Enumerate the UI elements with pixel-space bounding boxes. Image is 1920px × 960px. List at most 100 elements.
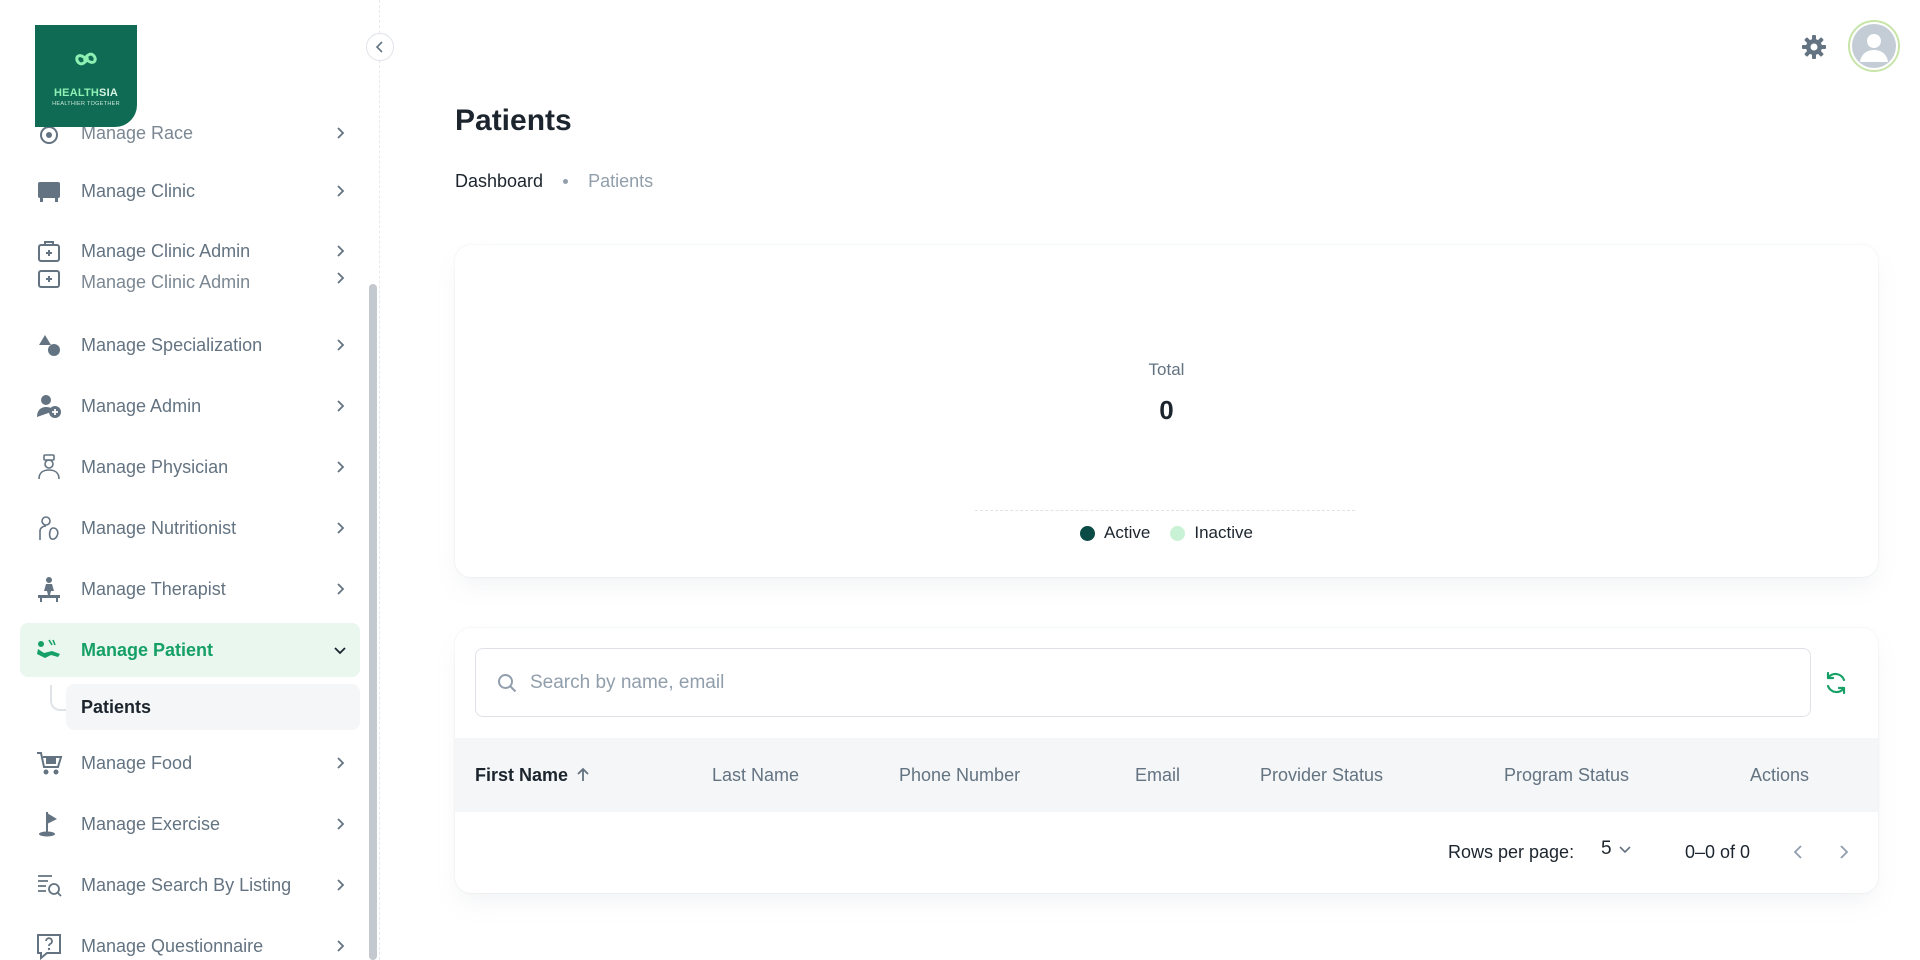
sidebar-item-label: Manage Questionnaire (81, 935, 264, 956)
page-title: Patients (455, 104, 572, 137)
breadcrumb: Dashboard Patients (455, 171, 653, 192)
chevron-right-icon (337, 272, 345, 284)
sidebar-subitem-patients[interactable]: Patients (66, 684, 360, 730)
previous-page-button[interactable] (1785, 838, 1813, 866)
total-label: Total (1148, 360, 1185, 379)
gear-icon[interactable] (1800, 33, 1828, 61)
chevron-right-icon (1840, 845, 1849, 859)
column-label: Program Status (1504, 764, 1630, 785)
rows-per-page-select[interactable]: 5 (1601, 838, 1632, 860)
legend-label-active: Active (1104, 523, 1151, 542)
sidebar-item-manage-specialization[interactable]: Manage Specialization (20, 318, 360, 372)
sidebar-item-manage-patient[interactable]: Manage Patient (20, 623, 360, 677)
legend-item-inactive[interactable]: Inactive (1170, 523, 1253, 543)
specialization-icon (34, 330, 64, 360)
sidebar: HEALTHSIA HEALTHIER TOGETHER Manage Race… (0, 0, 380, 960)
physician-icon (34, 452, 64, 482)
nutritionist-icon (34, 513, 64, 543)
sidebar-item-label: Manage Exercise (81, 813, 221, 834)
logo-tagline: HEALTHIER TOGETHER (52, 101, 120, 107)
sidebar-item-manage-admin[interactable]: Manage Admin (20, 379, 360, 433)
sidebar-item-label: Manage Physician (81, 456, 229, 477)
admin-icon (34, 391, 64, 421)
chevron-down-icon (334, 647, 346, 655)
chevron-right-icon (337, 583, 345, 595)
therapist-icon (34, 574, 64, 604)
sidebar-item-label: Manage Nutritionist (81, 517, 237, 538)
sidebar-item-manage-search-by-listing[interactable]: Manage Search By Listing (20, 858, 360, 912)
table-pagination: Rows per page: 5 0–0 of 0 (455, 812, 1878, 893)
chevron-right-icon (337, 818, 345, 830)
logo-mark-icon (75, 52, 97, 66)
questionnaire-icon (34, 931, 64, 960)
sidebar-item-manage-physician[interactable]: Manage Physician (20, 440, 360, 494)
sidebar-item-label: Manage Therapist (81, 578, 226, 599)
sidebar-item-label: Manage Food (81, 752, 193, 773)
breadcrumb-dashboard-link[interactable]: Dashboard (455, 171, 543, 192)
search-icon (498, 673, 517, 692)
search-input[interactable] (530, 671, 1730, 694)
sidebar-item-manage-therapist[interactable]: Manage Therapist (20, 562, 360, 616)
column-header-last-name[interactable]: Last Name (712, 738, 799, 812)
user-icon (1860, 34, 1888, 62)
chevron-down-icon (1619, 846, 1631, 854)
sidebar-scrollbar[interactable] (369, 284, 377, 960)
legend-divider (975, 510, 1355, 511)
sidebar-item-manage-questionnaire[interactable]: Manage Questionnaire (20, 919, 360, 960)
legend-swatch-inactive (1170, 525, 1186, 541)
sidebar-item-label: Manage Patient (81, 639, 214, 660)
column-label: Last Name (712, 764, 800, 785)
column-header-email[interactable]: Email (1135, 738, 1180, 812)
clinic-icon (34, 176, 64, 206)
sidebar-collapse-button[interactable] (366, 33, 394, 61)
column-header-phone-number[interactable]: Phone Number (899, 738, 1020, 812)
legend-label-inactive: Inactive (1194, 523, 1253, 542)
sidebar-item-label: Manage Clinic Admin (81, 272, 251, 292)
sidebar-item-label: Manage Specialization (81, 334, 263, 355)
healthsia-logo[interactable]: HEALTHSIA HEALTHIER TOGETHER (35, 25, 137, 127)
chart-legend: Active Inactive (455, 523, 1878, 543)
column-label: Email (1135, 764, 1181, 785)
clinic-admin-icon (34, 236, 64, 266)
column-label: Phone Number (899, 764, 1021, 785)
sidebar-item-manage-exercise[interactable]: Manage Exercise (20, 797, 360, 851)
sidebar-item-manage-clinic[interactable]: Manage Clinic (20, 164, 360, 218)
next-page-button[interactable] (1829, 838, 1857, 866)
column-header-program-status[interactable]: Program Status (1504, 738, 1629, 812)
chevron-right-icon (337, 757, 345, 769)
patients-table-card: First Name Last Name Phone Number Email … (455, 628, 1878, 893)
search-listing-icon (34, 870, 64, 900)
chevron-right-icon (337, 400, 345, 412)
chevron-right-icon (337, 940, 345, 952)
legend-swatch-active (1080, 525, 1096, 541)
pagination-range: 0–0 of 0 (1685, 842, 1751, 862)
sidebar-item-label: Manage Admin (81, 395, 202, 416)
sort-ascending-icon[interactable] (574, 766, 592, 784)
clinic-admin-icon (34, 266, 64, 292)
chevron-right-icon (337, 522, 345, 534)
breadcrumb-current: Patients (588, 171, 654, 191)
sidebar-item-manage-nutritionist[interactable]: Manage Nutritionist (20, 501, 360, 555)
column-header-provider-status[interactable]: Provider Status (1260, 738, 1383, 812)
chevron-right-icon (337, 127, 345, 139)
user-avatar-image (1852, 24, 1896, 68)
column-label: Actions (1750, 764, 1810, 785)
sidebar-item-label: Manage Clinic (81, 180, 196, 201)
chevron-right-icon (337, 339, 345, 351)
column-header-first-name[interactable]: First Name (475, 738, 592, 812)
legend-item-active[interactable]: Active (1080, 523, 1150, 543)
chevron-left-icon (375, 41, 383, 53)
table-header: First Name Last Name Phone Number Email … (455, 738, 1878, 812)
logo-wordmark: HEALTHSIA (54, 87, 118, 99)
rows-per-page-label: Rows per page: (1448, 842, 1575, 862)
sidebar-item-manage-clinic-admin-duplicate[interactable]: Manage Clinic Admin (20, 266, 360, 296)
search-field[interactable] (475, 648, 1811, 717)
patients-stats-card: Total 0 Active Inactive (455, 245, 1878, 577)
sidebar-item-manage-food[interactable]: Manage Food (20, 736, 360, 790)
column-header-actions: Actions (1750, 738, 1809, 812)
chevron-right-icon (337, 245, 345, 257)
sidebar-item-label: Manage Clinic Admin (81, 240, 251, 261)
refresh-icon[interactable] (1822, 669, 1850, 697)
submenu-connector (50, 685, 66, 711)
user-avatar[interactable] (1848, 20, 1900, 72)
